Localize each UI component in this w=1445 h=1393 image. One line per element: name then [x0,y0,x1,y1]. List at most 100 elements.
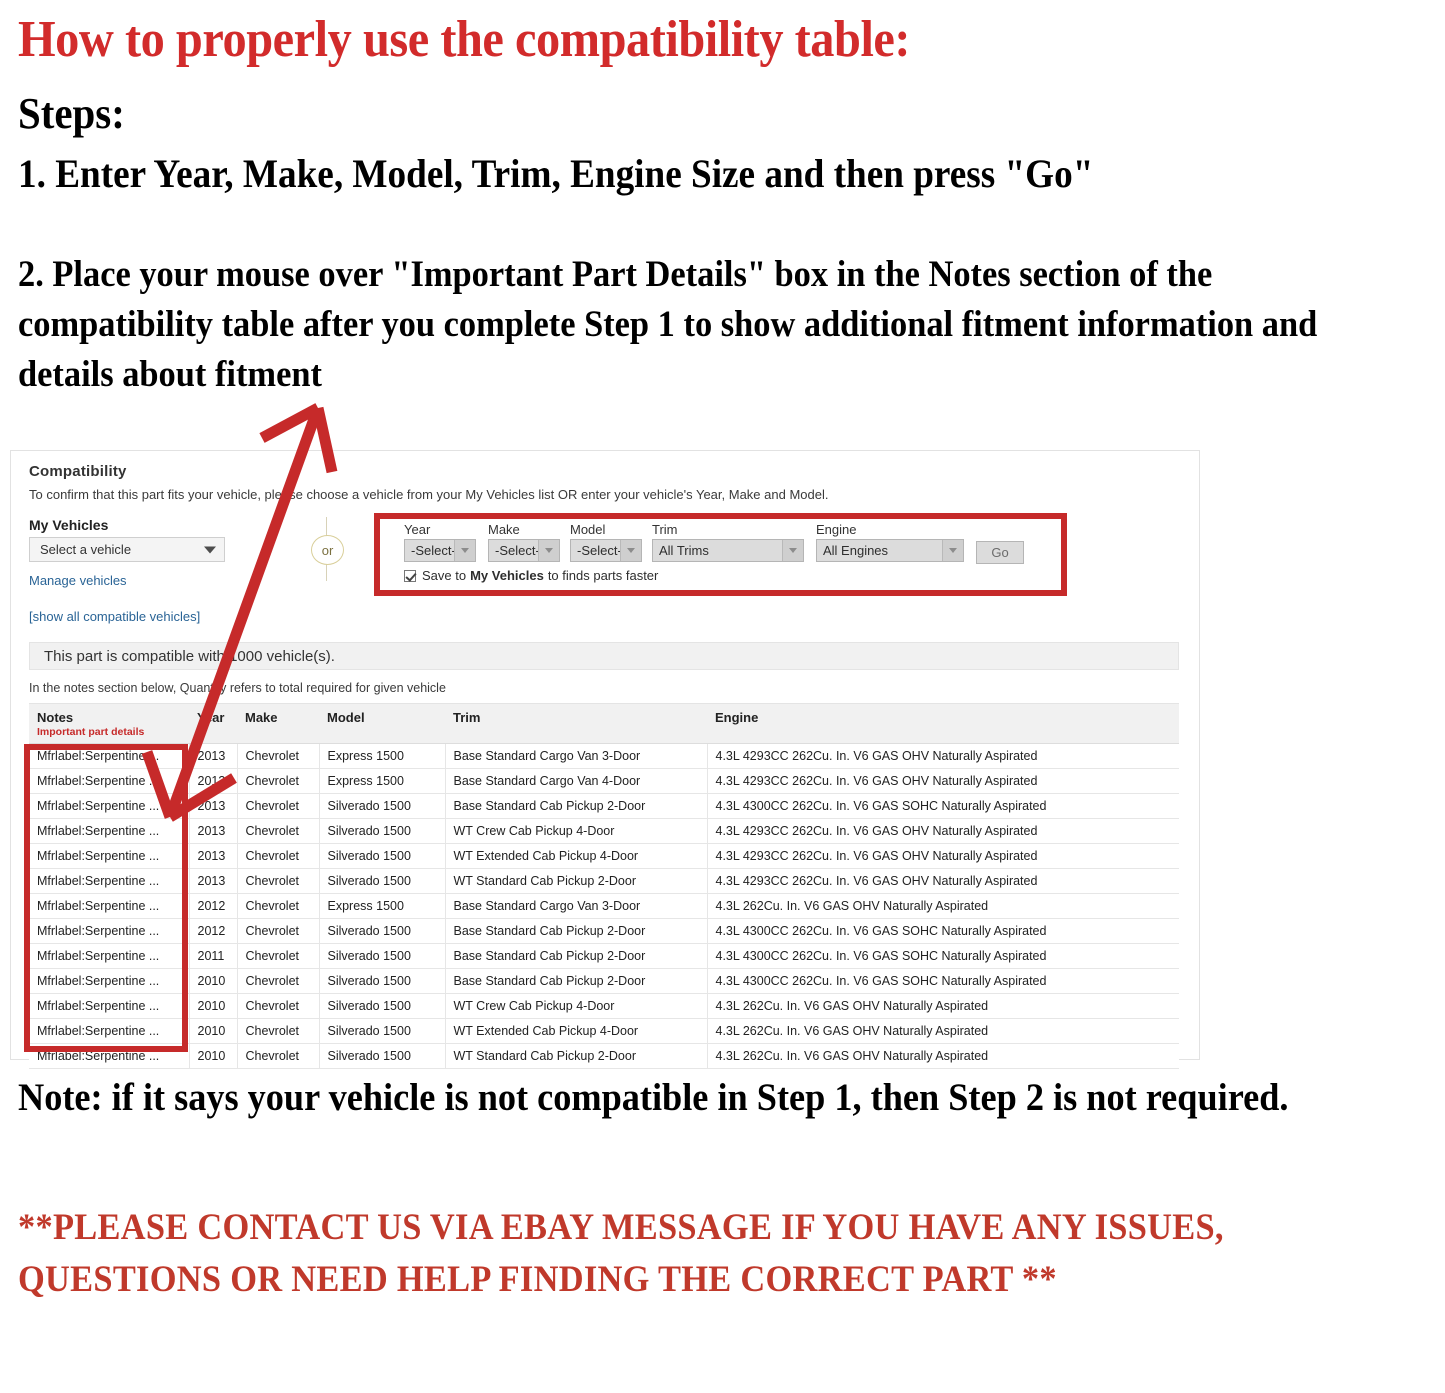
row-notes[interactable]: Mfrlabel:Serpentine ... [29,793,190,819]
vehicle-search-form: Year -Select- Make -Select- Model -Selec… [404,522,1024,588]
step-two-text: 2. Place your mouse over "Important Part… [18,254,1318,395]
table-row: Mfrlabel:Serpentine ... 2013 Chevrolet Expr… [29,743,1179,769]
row-trim: WT Crew Cab Pickup 4-Door [445,993,708,1019]
row-notes[interactable]: Mfrlabel:Serpentine ... [29,768,190,794]
row-trim: Base Standard Cab Pickup 2-Door [445,918,708,944]
row-engine: 4.3L 4293CC 262Cu. In. V6 GAS OHV Natura… [707,743,1179,769]
my-vehicles-label: My Vehicles [29,517,109,533]
row-make: Chevrolet [237,843,320,869]
row-make: Chevrolet [237,793,320,819]
row-year: 2013 [189,868,238,894]
steps-heading: Steps: [18,89,125,138]
column-header-year: Year [189,703,237,744]
compatibility-heading: Compatibility [29,463,127,480]
row-trim: Base Standard Cargo Van 3-Door [445,893,708,919]
row-notes[interactable]: Mfrlabel:Serpentine ... [29,743,190,769]
table-row: Mfrlabel:Serpentine ... 2011 Chevrolet Silv… [29,943,1179,969]
show-all-compatible-vehicles-link[interactable]: [show all compatible vehicles] [29,609,200,624]
row-trim: Base Standard Cab Pickup 2-Door [445,793,708,819]
row-year: 2010 [189,1018,238,1044]
row-engine: 4.3L 4293CC 262Cu. In. V6 GAS OHV Natura… [707,768,1179,794]
table-row: Mfrlabel:Serpentine ... 2010 Chevrolet Silv… [29,1043,1179,1069]
row-trim: Base Standard Cab Pickup 2-Door [445,968,708,994]
row-model: Silverado 1500 [319,843,446,869]
model-select-value: -Select- [577,543,622,558]
make-select[interactable]: -Select- [488,539,560,562]
row-engine: 4.3L 4300CC 262Cu. In. V6 GAS SOHC Natur… [707,918,1179,944]
bottom-note-text: Note: if it says your vehicle is not com… [18,1076,1289,1119]
row-year: 2013 [189,818,238,844]
manage-vehicles-link[interactable]: Manage vehicles [29,573,127,588]
engine-select-value: All Engines [823,543,889,558]
column-header-notes-sublabel: Important part details [37,726,145,738]
trim-select[interactable]: All Trims [652,539,804,562]
row-notes[interactable]: Mfrlabel:Serpentine ... [29,918,190,944]
row-engine: 4.3L 4293CC 262Cu. In. V6 GAS OHV Natura… [707,818,1179,844]
row-make: Chevrolet [237,1043,320,1069]
row-notes[interactable]: Mfrlabel:Serpentine ... [29,993,190,1019]
row-trim: WT Standard Cab Pickup 2-Door [445,868,708,894]
my-vehicles-select-value: Select a vehicle [40,542,132,557]
model-label: Model [570,522,606,537]
row-engine: 4.3L 262Cu. In. V6 GAS OHV Naturally Asp… [707,893,1179,919]
row-year: 2010 [189,1043,238,1069]
row-year: 2013 [189,743,238,769]
make-label: Make [488,522,520,537]
row-notes[interactable]: Mfrlabel:Serpentine ... [29,843,190,869]
row-engine: 4.3L 4300CC 262Cu. In. V6 GAS SOHC Natur… [707,968,1179,994]
row-year: 2010 [189,993,238,1019]
footer-contact-message: **PLEASE CONTACT US VIA EBAY MESSAGE IF … [18,1207,1224,1300]
compatibility-table: Notes Important part details Year Make M… [29,703,1179,1069]
save-to-my-vehicles-checkbox[interactable] [404,569,416,582]
row-notes[interactable]: Mfrlabel:Serpentine ... [29,818,190,844]
row-trim: WT Extended Cab Pickup 4-Door [445,1018,708,1044]
row-notes[interactable]: Mfrlabel:Serpentine ... [29,868,190,894]
save-to-my-vehicles-row[interactable]: Save to My Vehicles to finds parts faste… [404,568,658,583]
row-model: Silverado 1500 [319,1043,446,1069]
engine-select[interactable]: All Engines [816,539,964,562]
year-select[interactable]: -Select- [404,539,476,562]
column-header-notes-label: Notes [37,710,74,725]
model-select[interactable]: -Select- [570,539,642,562]
row-notes[interactable]: Mfrlabel:Serpentine ... [29,1018,190,1044]
go-button[interactable]: Go [976,541,1024,564]
row-engine: 4.3L 4300CC 262Cu. In. V6 GAS SOHC Natur… [707,793,1179,819]
row-make: Chevrolet [237,943,320,969]
column-header-engine: Engine [707,703,1179,744]
row-model: Silverado 1500 [319,993,446,1019]
chevron-down-icon [204,546,216,553]
row-make: Chevrolet [237,993,320,1019]
compatibility-subtitle: To confirm that this part fits your vehi… [29,487,829,502]
row-make: Chevrolet [237,818,320,844]
make-select-value: -Select- [495,543,540,558]
year-label: Year [404,522,431,537]
my-vehicles-select[interactable]: Select a vehicle [29,537,225,562]
row-model: Silverado 1500 [319,943,446,969]
make-field: Make -Select- [488,522,560,562]
row-trim: Base Standard Cab Pickup 2-Door [445,943,708,969]
row-notes[interactable]: Mfrlabel:Serpentine ... [29,893,190,919]
row-year: 2011 [189,943,238,969]
row-engine: 4.3L 4300CC 262Cu. In. V6 GAS SOHC Natur… [707,943,1179,969]
row-make: Chevrolet [237,893,320,919]
chevron-down-icon [942,540,963,561]
or-divider-label: or [311,535,344,565]
save-suffix-text: to finds parts faster [547,568,659,583]
row-make: Chevrolet [237,918,320,944]
row-notes[interactable]: Mfrlabel:Serpentine ... [29,968,190,994]
column-header-notes: Notes Important part details [29,703,189,744]
row-trim: Base Standard Cargo Van 3-Door [445,743,708,769]
row-engine: 4.3L 262Cu. In. V6 GAS OHV Naturally Asp… [707,1043,1179,1069]
table-row: Mfrlabel:Serpentine ... 2010 Chevrolet Silv… [29,993,1179,1019]
table-row: Mfrlabel:Serpentine ... 2013 Chevrolet Expr… [29,768,1179,794]
column-header-model: Model [319,703,445,744]
row-year: 2010 [189,968,238,994]
row-notes[interactable]: Mfrlabel:Serpentine ... [29,943,190,969]
or-divider: or [307,517,347,581]
row-trim: WT Standard Cab Pickup 2-Door [445,1043,708,1069]
trim-label: Trim [652,522,678,537]
row-model: Silverado 1500 [319,868,446,894]
row-year: 2012 [189,918,238,944]
row-year: 2013 [189,793,238,819]
row-notes[interactable]: Mfrlabel:Serpentine ... [29,1043,190,1069]
